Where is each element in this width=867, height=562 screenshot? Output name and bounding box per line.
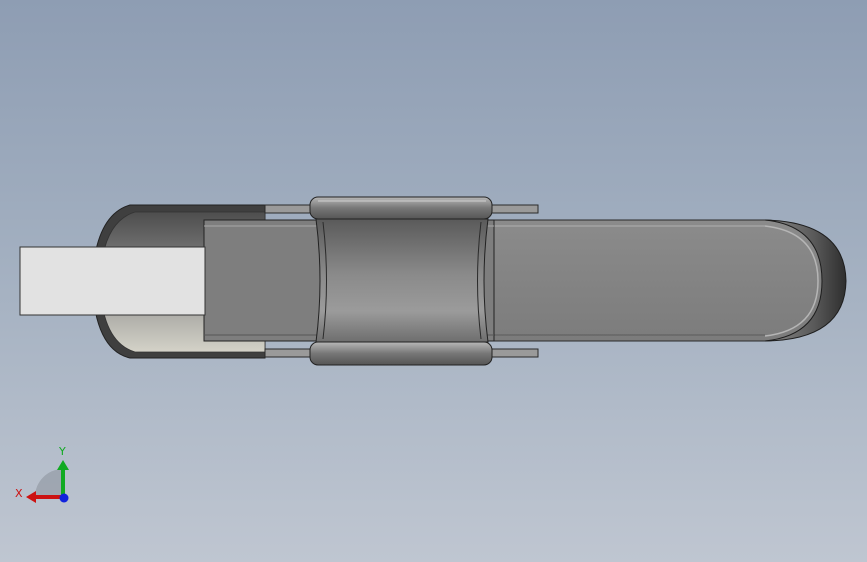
triad-plane-quadrant bbox=[35, 469, 63, 497]
x-arrow-head bbox=[26, 491, 36, 503]
z-axis-dot bbox=[59, 493, 69, 503]
3d-viewport[interactable]: Y X bbox=[0, 0, 867, 562]
pin-end-block bbox=[19, 246, 206, 316]
chain-link-model[interactable] bbox=[19, 196, 847, 366]
y-axis-label: Y bbox=[58, 445, 66, 458]
roller-bottom-rim bbox=[309, 341, 493, 366]
coordinate-triad: Y X bbox=[15, 445, 69, 503]
roller-top-rim bbox=[309, 196, 493, 220]
right-link-plate bbox=[489, 219, 826, 342]
x-axis-label: X bbox=[15, 487, 23, 500]
roller-barrel bbox=[315, 218, 489, 343]
y-arrow-head bbox=[57, 460, 69, 470]
